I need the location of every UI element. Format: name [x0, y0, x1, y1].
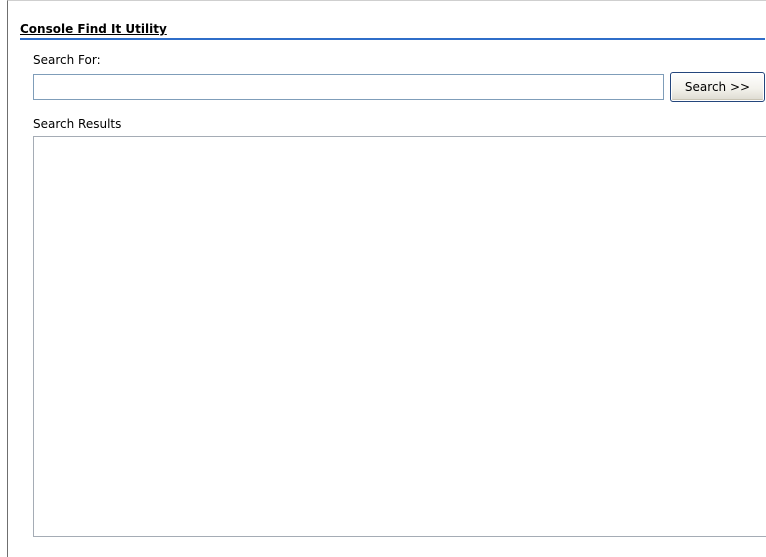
panel-title: Console Find It Utility — [20, 22, 167, 36]
search-results-list[interactable] — [33, 136, 766, 537]
find-it-utility-panel: Console Find It Utility Search For: Sear… — [7, 0, 766, 557]
search-input[interactable] — [33, 74, 664, 100]
search-for-label: Search For: — [33, 53, 101, 67]
search-results-label: Search Results — [33, 117, 122, 131]
panel-header: Console Find It Utility — [20, 21, 765, 40]
search-button[interactable]: Search >> — [670, 72, 765, 102]
